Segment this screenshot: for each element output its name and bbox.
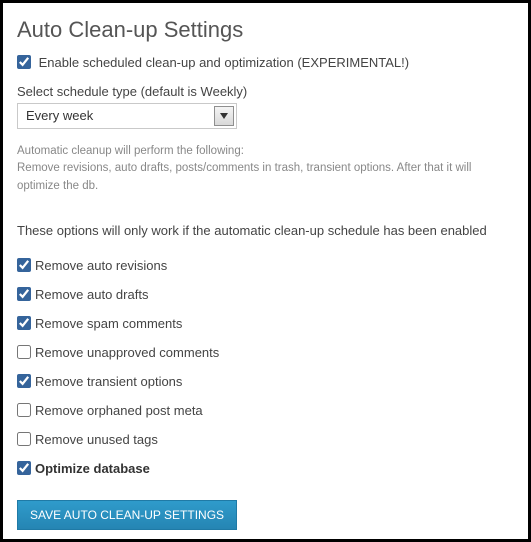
option-row: Remove unused tags (17, 432, 514, 447)
option-row: Remove spam comments (17, 316, 514, 331)
option-label: Remove auto revisions (35, 258, 167, 273)
option-label: Remove orphaned post meta (35, 403, 203, 418)
schedule-selected-value: Every week (18, 104, 236, 127)
option-label: Remove unapproved comments (35, 345, 219, 360)
info-line2: Remove revisions, auto drafts, posts/com… (17, 160, 514, 195)
option-checkbox[interactable] (17, 432, 31, 446)
option-label: Optimize database (35, 461, 150, 476)
option-label: Remove unused tags (35, 432, 158, 447)
schedule-label: Select schedule type (default is Weekly) (17, 84, 514, 99)
option-label: Remove auto drafts (35, 287, 148, 302)
option-checkbox[interactable] (17, 316, 31, 330)
page-title: Auto Clean-up Settings (17, 17, 514, 43)
enable-label: Enable scheduled clean-up and optimizati… (39, 55, 409, 70)
option-row: Remove unapproved comments (17, 345, 514, 360)
option-label: Remove spam comments (35, 316, 182, 331)
option-checkbox[interactable] (17, 258, 31, 272)
settings-panel: Auto Clean-up Settings Enable scheduled … (0, 0, 531, 542)
option-row: Remove auto revisions (17, 258, 514, 273)
chevron-down-icon (214, 106, 234, 126)
info-text: Automatic cleanup will perform the follo… (17, 143, 514, 195)
option-checkbox[interactable] (17, 461, 31, 475)
info-line1: Automatic cleanup will perform the follo… (17, 143, 514, 160)
schedule-select[interactable]: Every week (17, 103, 237, 129)
option-row: Remove orphaned post meta (17, 403, 514, 418)
option-checkbox[interactable] (17, 345, 31, 359)
save-button[interactable]: SAVE AUTO CLEAN-UP SETTINGS (17, 500, 237, 530)
option-checkbox[interactable] (17, 403, 31, 417)
option-row: Remove auto drafts (17, 287, 514, 302)
enable-row: Enable scheduled clean-up and optimizati… (17, 55, 514, 70)
option-checkbox[interactable] (17, 374, 31, 388)
option-label: Remove transient options (35, 374, 182, 389)
option-row: Optimize database (17, 461, 514, 476)
option-checkbox[interactable] (17, 287, 31, 301)
enable-checkbox[interactable] (17, 55, 31, 69)
warning-text: These options will only work if the auto… (17, 223, 514, 238)
option-row: Remove transient options (17, 374, 514, 389)
